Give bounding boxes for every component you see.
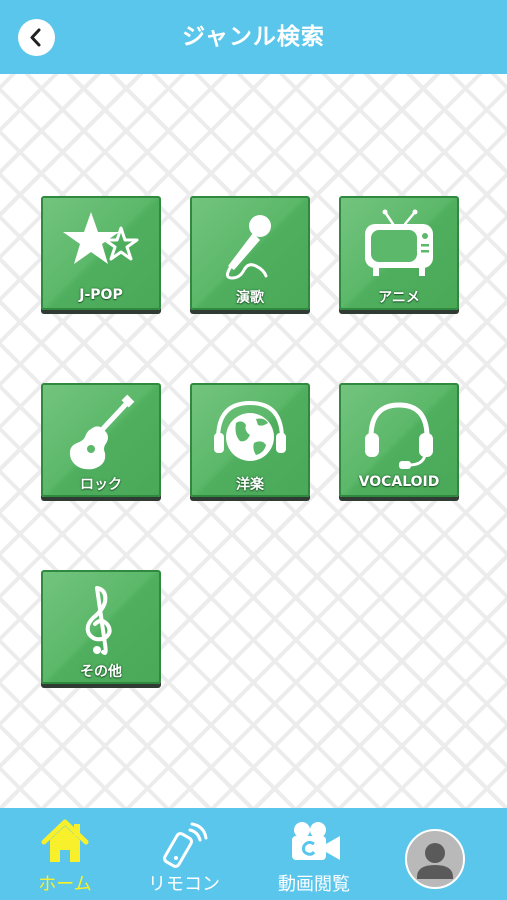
nav-remote[interactable]: リモコン: [134, 808, 234, 900]
profile-button[interactable]: [405, 829, 465, 889]
guitar-icon: [69, 394, 135, 470]
star-icon: [63, 212, 139, 264]
video-camera-icon: [292, 822, 340, 860]
treble-clef-icon: [85, 586, 112, 655]
user-avatar-icon: [417, 843, 453, 879]
nav-remote-label: リモコン: [148, 874, 220, 895]
genre-grid-area: J-POP 演歌 アニメ ロック 洋楽 VOCALOID その他: [0, 74, 507, 808]
headset-icon: [365, 402, 433, 469]
genre-tile-anime[interactable]: アニメ: [339, 196, 459, 314]
remote-icon: [163, 822, 208, 868]
genre-tile-western[interactable]: 洋楽: [190, 383, 310, 501]
genre-label: ロック: [80, 477, 122, 493]
nav-video[interactable]: 動画閲覧: [262, 808, 366, 900]
genre-tile-vocaloid[interactable]: VOCALOID: [339, 383, 459, 501]
home-icon: [41, 819, 89, 862]
nav-home-label: ホーム: [38, 874, 92, 895]
genre-tile-other[interactable]: その他: [41, 570, 161, 688]
genre-label: 洋楽: [236, 477, 264, 493]
genre-tile-enka[interactable]: 演歌: [190, 196, 310, 314]
nav-home[interactable]: ホーム: [10, 808, 120, 900]
bottom-navigation: ホーム リモコン 動画閲覧: [0, 808, 507, 900]
tv-icon: [365, 209, 433, 276]
genre-label: アニメ: [378, 290, 420, 306]
nav-video-label: 動画閲覧: [278, 874, 350, 895]
genre-label: VOCALOID: [358, 474, 440, 490]
genre-label: その他: [80, 664, 122, 680]
genre-label: J-POP: [79, 287, 123, 303]
globe-headphones-icon: [214, 400, 286, 461]
genre-label: 演歌: [236, 290, 264, 306]
app-header: ジャンル検索: [0, 0, 507, 74]
microphone-icon: [225, 215, 271, 280]
genre-tile-jpop[interactable]: J-POP: [41, 196, 161, 314]
genre-tile-rock[interactable]: ロック: [41, 383, 161, 501]
page-title: ジャンル検索: [182, 24, 325, 50]
